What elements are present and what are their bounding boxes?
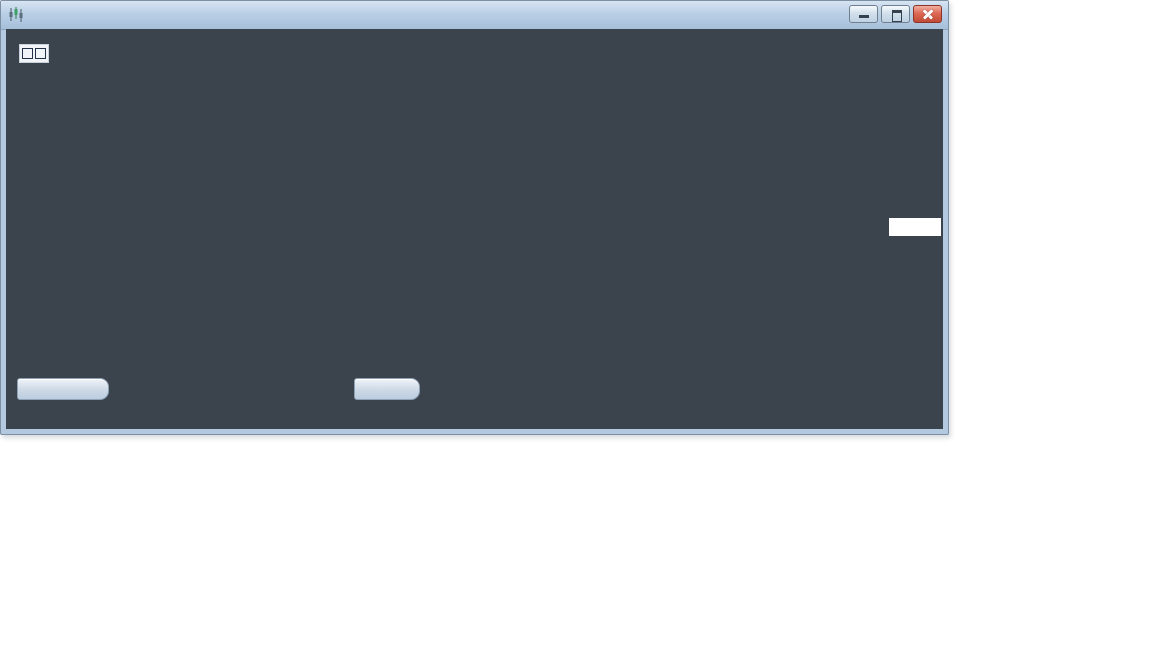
minimize-button[interactable] [849,5,878,23]
window-controls [849,5,942,23]
close-button[interactable] [913,5,942,23]
month-tab-mar-2020[interactable] [354,378,420,400]
maximize-button[interactable] [881,5,910,23]
chart-client-area [6,29,943,429]
chart-window [0,0,949,435]
minimize-icon [859,15,869,18]
title-bar[interactable] [1,1,948,30]
price-chart-canvas[interactable] [6,29,943,429]
month-tab-feb-2020[interactable] [17,378,109,400]
desktop [0,0,1152,648]
candlestick-chart-icon [8,7,25,23]
maximize-icon [892,10,902,22]
